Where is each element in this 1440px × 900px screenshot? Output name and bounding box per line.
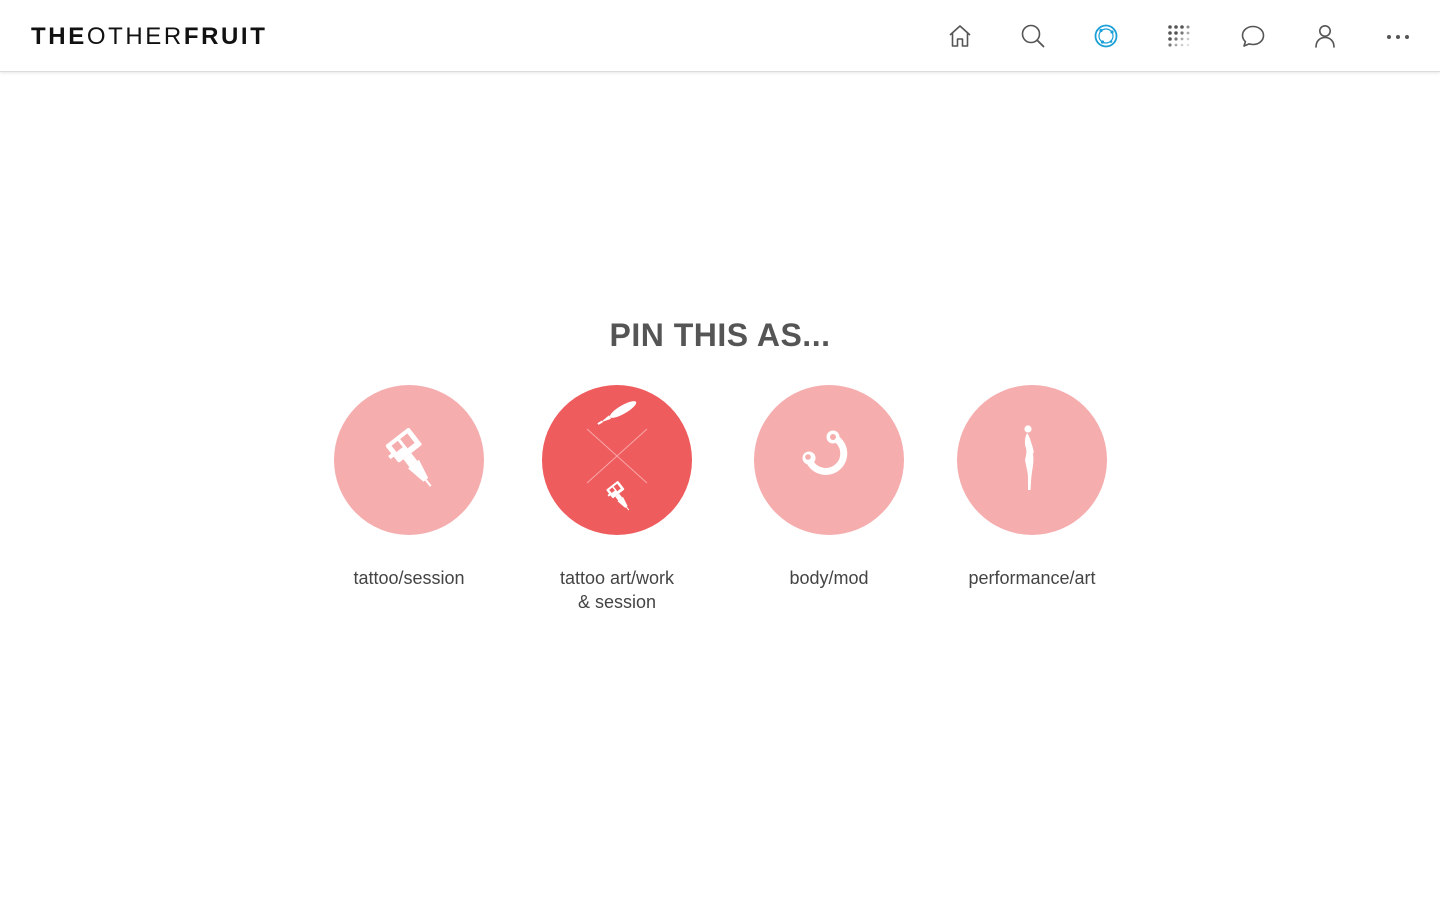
more-icon [1387, 35, 1409, 39]
globe-icon [1094, 24, 1118, 48]
logo-part-other: OTHER [86, 23, 184, 50]
search-icon [1021, 24, 1045, 48]
home-icon [949, 25, 971, 47]
user-icon [1315, 25, 1335, 48]
nav-search-button[interactable] [1017, 20, 1049, 52]
nav-profile-button[interactable] [1309, 20, 1341, 52]
brush-and-tattoo-machine-icon [586, 401, 648, 511]
logo-part-the: THE [31, 23, 87, 50]
tattoo-machine-icon [385, 428, 432, 487]
nav-messages-button[interactable] [1237, 20, 1269, 52]
nav-home-button[interactable] [944, 20, 976, 52]
option-label: tattoo/session [353, 568, 465, 588]
option-circle[interactable] [957, 385, 1107, 535]
grid-dots-icon [1168, 25, 1190, 47]
logo-part-fruit: FRUIT [183, 23, 268, 50]
option-label: performance/art [968, 568, 1096, 588]
option-circle[interactable] [754, 385, 904, 535]
option-circle[interactable] [334, 385, 484, 535]
top-bar: THEOTHERFRUIT [0, 0, 1440, 72]
option-tattoo-art-work-session[interactable]: tattoo art/work & session [507, 385, 727, 614]
option-circle-selected[interactable] [542, 385, 692, 535]
nav-more-button[interactable] [1382, 20, 1414, 52]
option-label: body/mod [789, 568, 869, 588]
nav-explore-button[interactable] [1090, 20, 1122, 52]
piercing-ring-icon [802, 430, 848, 475]
option-body-mod[interactable]: body/mod [719, 385, 939, 590]
nav-collections-button[interactable] [1163, 20, 1195, 52]
option-performance-art[interactable]: performance/art [922, 385, 1142, 590]
site-logo[interactable]: THEOTHERFRUIT [31, 23, 267, 51]
option-tattoo-session[interactable]: tattoo/session [299, 385, 519, 590]
performer-figure-icon [1024, 425, 1034, 490]
option-label: tattoo art/work & session [559, 568, 675, 612]
chat-icon [1241, 25, 1265, 47]
page-title: PIN THIS AS... [609, 317, 831, 354]
